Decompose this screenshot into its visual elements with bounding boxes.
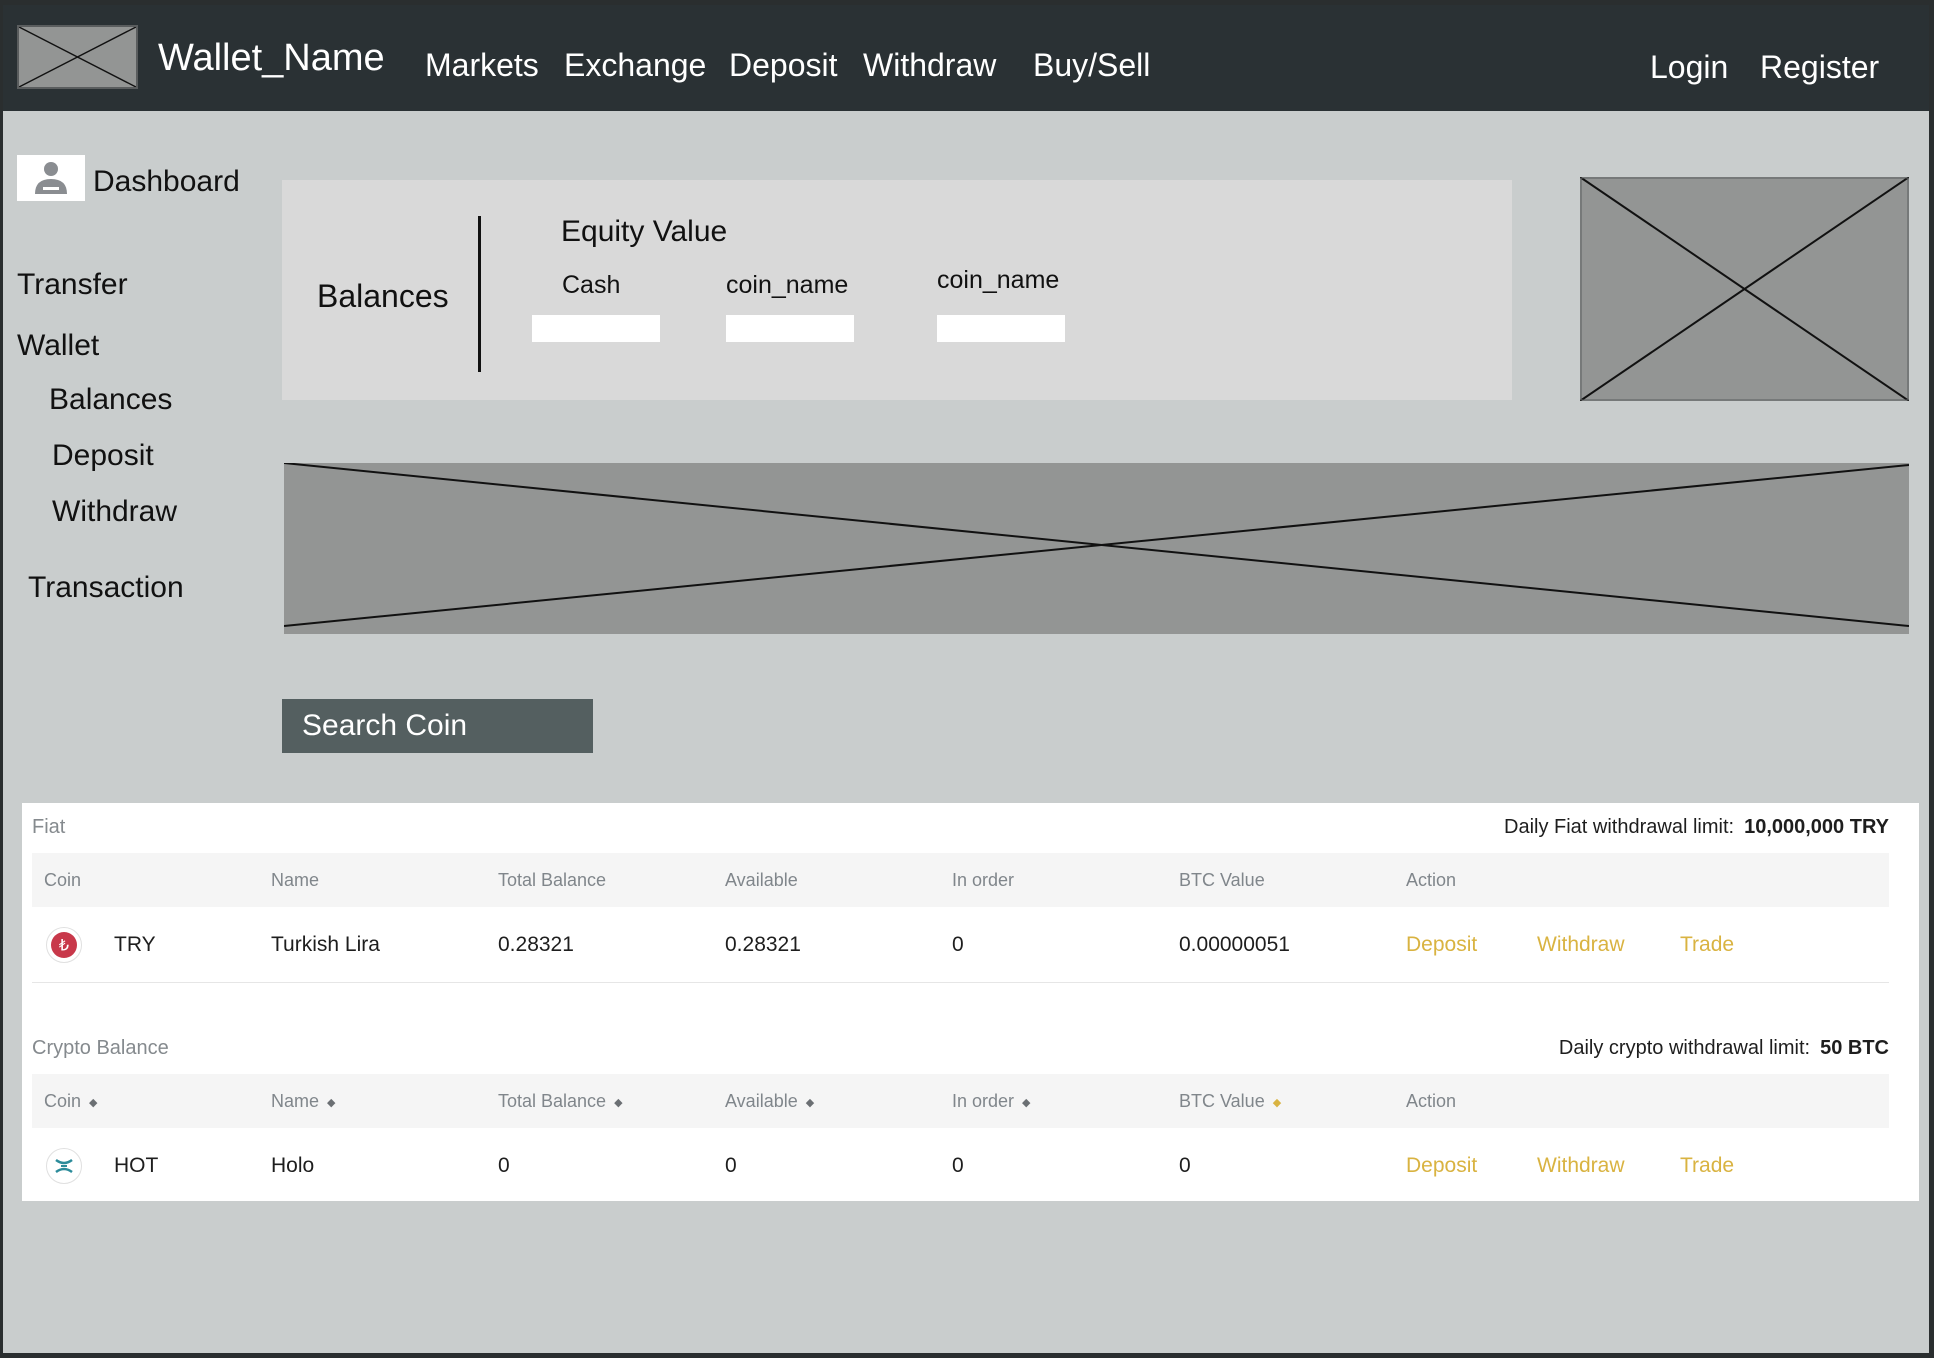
total-balance: 0.28321 [498, 933, 574, 956]
in-order: 0 [952, 933, 964, 956]
app-frame: Wallet_Name Markets Exchange Deposit Wit… [3, 5, 1929, 1353]
column-header-label: Coin [44, 1091, 82, 1111]
sort-icon[interactable]: ◆ [89, 1097, 97, 1109]
nav-markets[interactable]: Markets [425, 49, 539, 81]
top-navbar: Wallet_Name Markets Exchange Deposit Wit… [3, 5, 1929, 111]
fiat-table-header: Coin Name Total Balance Available In ord… [32, 853, 1889, 907]
column-header-label: In order [952, 1091, 1015, 1111]
crypto-table-header: Coin ◆ Name ◆ Total Balance ◆ Available ◆ In… [32, 1074, 1889, 1128]
lira-icon: ₺ [46, 927, 82, 963]
column-header-total-balance[interactable]: Total Balance ◆ [498, 1074, 623, 1130]
column-header-action: Action [1406, 1091, 1457, 1111]
coin-name-label: coin_name [937, 266, 1060, 294]
coin-name: Turkish Lira [271, 933, 380, 956]
login-link[interactable]: Login [1650, 51, 1728, 83]
column-header-btc-value[interactable]: BTC Value ◆ [1179, 1074, 1281, 1130]
crypto-limit-value: 50 BTC [1820, 1037, 1889, 1059]
column-header: Name [271, 870, 320, 890]
chart-placeholder [284, 463, 1909, 634]
column-header-label: BTC Value [1179, 1091, 1265, 1111]
sort-active-icon[interactable]: ◆ [1273, 1097, 1281, 1109]
sort-icon[interactable]: ◆ [614, 1097, 622, 1109]
column-header-available[interactable]: Available ◆ [725, 1074, 814, 1130]
balances-title: Balances [317, 278, 449, 314]
column-header-label: Name [271, 1091, 320, 1111]
withdraw-action-link[interactable]: Withdraw [1537, 907, 1625, 983]
column-header: BTC Value [1179, 870, 1265, 890]
sidebar-item-transfer[interactable]: Transfer [17, 270, 128, 300]
fiat-limit-label: Daily Fiat withdrawal limit: [1504, 816, 1735, 838]
svg-text:₺: ₺ [59, 936, 69, 955]
fiat-withdrawal-limit: Daily Fiat withdrawal limit: 10,000,000 T… [1504, 817, 1889, 837]
sort-icon[interactable]: ◆ [806, 1097, 814, 1109]
nav-withdraw[interactable]: Withdraw [863, 49, 996, 81]
sidebar-item-deposit[interactable]: Deposit [52, 441, 154, 471]
available-balance: 0 [725, 1154, 737, 1177]
cash-label: Cash [562, 271, 621, 299]
deposit-action-link[interactable]: Deposit [1406, 907, 1477, 983]
table-row: ₺ TRY Turkish Lira 0.28321 0.28321 0 0.0… [32, 907, 1889, 983]
coin-name-label: coin_name [726, 271, 849, 299]
holo-icon [46, 1148, 82, 1184]
column-header-label: Available [725, 1091, 798, 1111]
fiat-section-title: Fiat [32, 816, 66, 838]
in-order: 0 [952, 1154, 964, 1177]
btc-value: 0.00000051 [1179, 933, 1290, 956]
crypto-withdrawal-limit: Daily crypto withdrawal limit: 50 BTC [1559, 1038, 1889, 1058]
coin-symbol: TRY [114, 933, 156, 956]
available-balance: 0.28321 [725, 933, 801, 956]
sidebar-item-dashboard[interactable]: Dashboard [93, 167, 240, 197]
equity-value-title: Equity Value [561, 215, 728, 248]
coin-value-field [726, 315, 854, 342]
column-header: Coin [44, 870, 82, 890]
logo-placeholder-image [17, 25, 138, 89]
sort-icon[interactable]: ◆ [1022, 1097, 1030, 1109]
nav-buy-sell[interactable]: Buy/Sell [1033, 49, 1150, 81]
user-avatar[interactable] [17, 155, 85, 201]
column-header: Total Balance [498, 870, 607, 890]
column-header: In order [952, 870, 1015, 890]
coin-symbol: HOT [114, 1154, 159, 1177]
total-balance: 0 [498, 1154, 510, 1177]
user-icon [35, 162, 67, 194]
crypto-section-title: Crypto Balance [32, 1037, 169, 1059]
coin-value-field [937, 315, 1065, 342]
column-header-name[interactable]: Name ◆ [271, 1074, 335, 1130]
register-link[interactable]: Register [1760, 51, 1879, 83]
trade-action-link[interactable]: Trade [1680, 1128, 1734, 1204]
column-header-label: Total Balance [498, 1091, 607, 1111]
divider [478, 216, 481, 372]
balances-table-card: Fiat Daily Fiat withdrawal limit: 10,000,… [22, 803, 1919, 1201]
cash-value-field [532, 315, 660, 342]
sidebar-item-wallet[interactable]: Wallet [17, 331, 99, 361]
balances-panel: Balances Equity Value Cash coin_name coi… [282, 180, 1512, 400]
btc-value: 0 [1179, 1154, 1191, 1177]
brand-name[interactable]: Wallet_Name [158, 39, 385, 77]
column-header: Available [725, 870, 798, 890]
table-row: HOT Holo 0 0 0 0 Deposit Withdraw Trade [32, 1128, 1889, 1204]
withdraw-action-link[interactable]: Withdraw [1537, 1128, 1625, 1204]
coin-name: Holo [271, 1154, 315, 1177]
nav-exchange[interactable]: Exchange [564, 49, 706, 81]
sidebar-item-transaction[interactable]: Transaction [28, 573, 184, 603]
trade-action-link[interactable]: Trade [1680, 907, 1734, 983]
image-placeholder [1580, 177, 1909, 401]
deposit-action-link[interactable]: Deposit [1406, 1128, 1477, 1204]
crypto-limit-label: Daily crypto withdrawal limit: [1558, 1037, 1811, 1059]
column-header: Action [1406, 870, 1457, 890]
sidebar-item-withdraw[interactable]: Withdraw [52, 497, 177, 527]
sidebar-item-balances[interactable]: Balances [49, 385, 172, 415]
nav-deposit[interactable]: Deposit [729, 49, 838, 81]
column-header-coin[interactable]: Coin ◆ [44, 1074, 98, 1130]
search-coin-button[interactable]: Search Coin [282, 699, 593, 753]
sort-icon[interactable]: ◆ [327, 1097, 335, 1109]
column-header-in-order[interactable]: In order ◆ [952, 1074, 1031, 1130]
fiat-limit-value: 10,000,000 TRY [1744, 816, 1889, 838]
